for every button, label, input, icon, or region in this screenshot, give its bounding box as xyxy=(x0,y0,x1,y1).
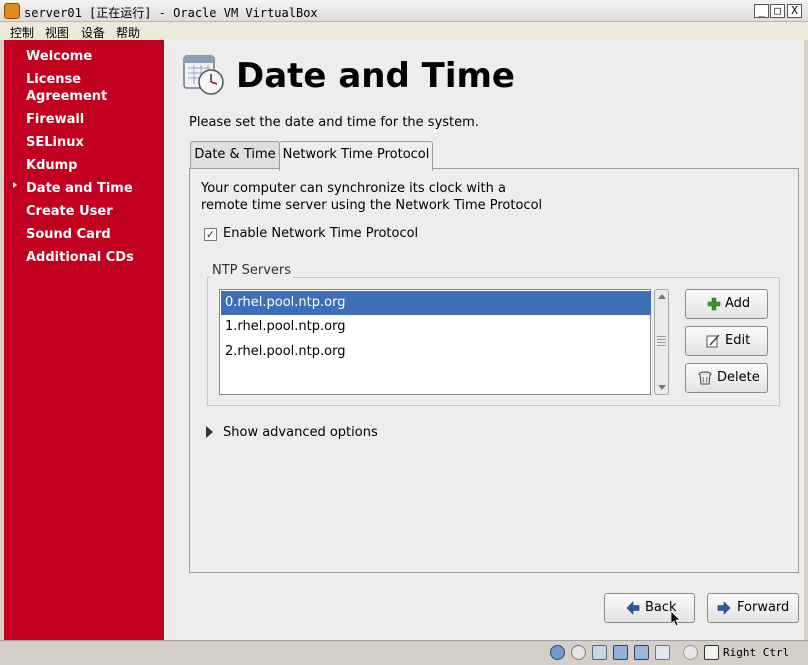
menubar: 控制 视图 设备 帮助 xyxy=(0,22,808,40)
menu-control[interactable]: 控制 xyxy=(10,24,34,41)
menu-view[interactable]: 视图 xyxy=(45,24,69,41)
ntp-server-row[interactable]: 2.rhel.pool.ntp.org xyxy=(221,340,651,364)
menu-help[interactable]: 帮助 xyxy=(116,24,140,41)
edit-pencil-icon xyxy=(706,334,720,348)
sidebar-item-selinux: SELinux xyxy=(26,135,84,150)
shared-folders-icon[interactable] xyxy=(634,645,649,660)
installer-screen: Welcome License Agreement Firewall SELin… xyxy=(4,40,804,640)
page-title: Date and Time xyxy=(236,56,515,96)
close-button[interactable]: X xyxy=(787,4,802,18)
maximize-button[interactable]: □ xyxy=(770,4,785,18)
forward-button-label: Forward xyxy=(737,600,790,615)
ntp-intro-text: Your computer can synchronize its clock … xyxy=(201,180,542,214)
arrow-left-icon xyxy=(626,601,640,615)
ntp-server-list[interactable]: 0.rhel.pool.ntp.org 1.rhel.pool.ntp.org … xyxy=(219,289,651,395)
sidebar: Welcome License Agreement Firewall SELin… xyxy=(4,40,164,640)
window-titlebar: server01 [正在运行] - Oracle VM VirtualBox _… xyxy=(0,0,808,22)
plus-icon xyxy=(707,297,721,311)
statusbar: Right Ctrl xyxy=(0,640,808,665)
tab-network-time-protocol[interactable]: Network Time Protocol xyxy=(279,141,433,171)
expander-arrow-icon[interactable] xyxy=(206,426,213,438)
forward-button[interactable]: Forward xyxy=(707,593,799,623)
host-key-arrow-icon xyxy=(704,645,719,660)
scroll-down-arrow-icon[interactable] xyxy=(658,385,666,390)
tab-date-and-time[interactable]: Date & Time xyxy=(190,141,280,169)
add-button-label: Add xyxy=(725,296,751,311)
sidebar-item-sound-card: Sound Card xyxy=(26,227,111,242)
minimize-button[interactable]: _ xyxy=(754,4,769,18)
back-button[interactable]: Back xyxy=(604,593,695,623)
arrow-right-icon xyxy=(717,601,731,615)
window-title: server01 [正在运行] - Oracle VM VirtualBox xyxy=(24,6,318,20)
sidebar-item-welcome: Welcome xyxy=(26,49,93,64)
enable-ntp-checkbox[interactable]: ✓ xyxy=(204,228,217,241)
clock-calendar-icon xyxy=(183,55,224,95)
add-server-button[interactable]: Add xyxy=(685,289,768,319)
ntp-server-row[interactable]: 0.rhel.pool.ntp.org xyxy=(221,291,651,315)
scroll-thumb[interactable] xyxy=(657,336,666,346)
mouse-pointer-icon xyxy=(671,611,681,627)
ntp-intro-line-1: Your computer can synchronize its clock … xyxy=(201,181,506,196)
ntp-list-scrollbar[interactable] xyxy=(654,289,669,395)
sidebar-item-kdump: Kdump xyxy=(26,158,78,173)
mouse-integration-icon[interactable] xyxy=(683,645,698,660)
virtualbox-icon xyxy=(4,3,20,19)
edit-button-label: Edit xyxy=(725,333,751,348)
delete-server-button[interactable]: Delete xyxy=(685,363,768,393)
sidebar-item-firewall: Firewall xyxy=(26,112,85,127)
ntp-intro-line-2: remote time server using the Network Tim… xyxy=(201,198,543,213)
enable-ntp-label[interactable]: Enable Network Time Protocol xyxy=(223,226,418,241)
ntp-server-row[interactable]: 1.rhel.pool.ntp.org xyxy=(221,315,651,339)
tab-date-and-time-label: Date & Time xyxy=(194,147,276,162)
menu-devices[interactable]: 设备 xyxy=(81,24,105,41)
ntp-servers-legend: NTP Servers xyxy=(210,263,294,278)
sidebar-item-license-agreement: License Agreement xyxy=(26,72,108,104)
display-icon[interactable] xyxy=(655,645,670,660)
edit-server-button[interactable]: Edit xyxy=(685,326,768,356)
sidebar-item-create-user: Create User xyxy=(26,204,113,219)
hard-disk-icon[interactable] xyxy=(550,645,565,660)
optical-drive-icon[interactable] xyxy=(571,645,586,660)
current-step-arrow-icon xyxy=(13,182,17,188)
host-key-label: Right Ctrl xyxy=(723,646,790,659)
show-advanced-options-expander[interactable]: Show advanced options xyxy=(223,425,378,440)
usb-icon[interactable] xyxy=(592,645,607,660)
page-description: Please set the date and time for the sys… xyxy=(189,115,479,130)
scroll-up-arrow-icon[interactable] xyxy=(658,294,666,299)
trash-icon xyxy=(698,371,712,385)
network-icon[interactable] xyxy=(613,645,628,660)
delete-button-label: Delete xyxy=(717,370,760,385)
sidebar-item-additional-cds: Additional CDs xyxy=(26,250,134,265)
sidebar-item-date-and-time: Date and Time xyxy=(26,181,133,196)
tab-network-time-protocol-label: Network Time Protocol xyxy=(282,147,430,162)
